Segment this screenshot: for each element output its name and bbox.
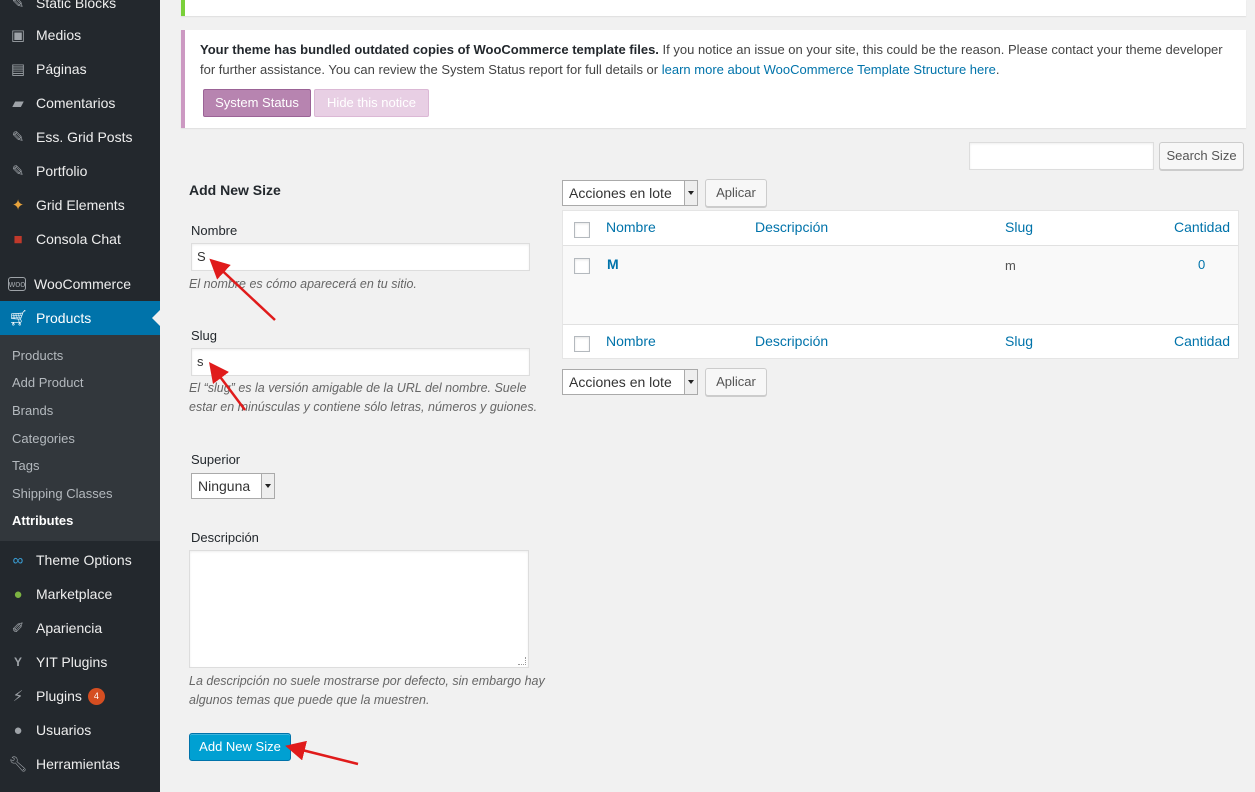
outdated-templates-notice: Your theme has bundled outdated copies o… <box>181 30 1246 128</box>
slug-label: Slug <box>191 328 218 343</box>
menu-yit-plugins[interactable]: Y YIT Plugins <box>0 645 160 679</box>
hide-notice-button[interactable]: Hide this notice <box>314 89 429 117</box>
column-descripcion-footer[interactable]: Descripción <box>755 333 828 349</box>
row-checkbox[interactable] <box>574 258 590 274</box>
row-name-link[interactable]: M <box>607 256 619 272</box>
submenu-attributes[interactable]: Attributes <box>12 513 73 528</box>
menu-theme-options[interactable]: ∞ Theme Options <box>0 543 160 577</box>
notice-message: Your theme has bundled outdated copies o… <box>200 42 1223 77</box>
description-help: La descripción no suele mostrarse por de… <box>189 674 545 707</box>
resize-handle-icon[interactable] <box>518 657 526 665</box>
infinity-icon: ∞ <box>12 551 24 569</box>
marketplace-icon: ● <box>13 585 23 603</box>
column-cantidad-footer[interactable]: Cantidad <box>1174 333 1230 349</box>
admin-sidebar: ✎ Static Blocks ▣ Medios ▤ Páginas ▰ Comenta… <box>0 0 160 792</box>
chevron-down-icon <box>261 474 274 498</box>
media-icon: ▣ <box>10 27 26 44</box>
bulk-actions-select-top[interactable]: Acciones en lote <box>562 180 698 206</box>
menu-plugins[interactable]: ⚡ Plugins 4 <box>0 679 160 713</box>
menu-portfolio[interactable]: ✎ Portfolio <box>0 154 160 188</box>
chevron-down-icon <box>684 181 697 205</box>
row-count-link[interactable]: 0 <box>1198 257 1205 272</box>
apply-button-top[interactable]: Aplicar <box>705 179 767 207</box>
table-row: M m 0 <box>563 246 1238 324</box>
parent-label: Superior <box>191 452 241 467</box>
yit-icon: Y <box>13 655 22 669</box>
menu-paginas[interactable]: ▤ Páginas <box>0 52 160 86</box>
slug-input[interactable]: s <box>191 348 530 376</box>
brush-icon: ✐ <box>11 620 25 637</box>
products-submenu: Products Add Product Brands Categories T… <box>0 335 160 541</box>
slug-help: El “slug” es la versión amigable de la U… <box>189 381 538 414</box>
arrow-to-add-button <box>285 740 359 766</box>
menu-grid-elements[interactable]: ✦ Grid Elements <box>0 188 160 222</box>
pin-icon: ✎ <box>11 0 25 12</box>
menu-comentarios[interactable]: ▰ Comentarios <box>0 86 160 120</box>
submenu-add-product[interactable]: Add Product <box>12 375 84 390</box>
template-structure-link[interactable]: learn more about WooCommerce Template St… <box>662 62 996 77</box>
menu-products[interactable]: 🛒︎ Products <box>0 301 160 335</box>
menu-consola-chat[interactable]: ■ Consola Chat <box>0 222 160 256</box>
column-descripcion[interactable]: Descripción <box>755 219 828 235</box>
column-cantidad[interactable]: Cantidad <box>1174 219 1230 235</box>
menu-herramientas[interactable]: 🔧︎ Herramientas <box>0 747 160 781</box>
woo-icon: woo <box>8 277 26 291</box>
column-slug-footer[interactable]: Slug <box>1005 333 1033 349</box>
name-help: El nombre es cómo aparecerá en tu sitio. <box>189 277 417 291</box>
select-all-checkbox[interactable] <box>574 222 590 238</box>
menu-ess-grid-posts[interactable]: ✎ Ess. Grid Posts <box>0 120 160 154</box>
chevron-down-icon <box>684 370 697 394</box>
search-size-input[interactable] <box>969 142 1154 170</box>
column-nombre-footer[interactable]: Nombre <box>606 333 656 349</box>
name-label: Nombre <box>191 223 238 238</box>
user-icon: ● <box>13 721 23 739</box>
comment-icon: ▰ <box>12 95 24 112</box>
select-all-checkbox-footer[interactable] <box>574 336 590 352</box>
chat-console-icon: ■ <box>13 230 23 248</box>
submenu-brands[interactable]: Brands <box>12 403 53 418</box>
pin-icon: ✎ <box>11 163 25 180</box>
menu-marketplace[interactable]: ● Marketplace <box>0 577 160 611</box>
row-slug: m <box>1005 258 1016 273</box>
description-textarea[interactable] <box>189 550 529 668</box>
table-footer: Nombre Descripción Slug Cantidad <box>563 324 1238 359</box>
parent-select[interactable]: Ninguna <box>191 473 275 499</box>
add-new-size-button[interactable]: Add New Size <box>189 733 291 761</box>
sizes-table: Nombre Descripción Slug Cantidad M m 0 N… <box>562 210 1239 359</box>
search-size-button[interactable]: Search Size <box>1159 142 1244 170</box>
success-notice-edge <box>181 0 1246 16</box>
system-status-button[interactable]: System Status <box>203 89 311 117</box>
bulk-actions-select-bottom[interactable]: Acciones en lote <box>562 369 698 395</box>
submenu-shipping-classes[interactable]: Shipping Classes <box>12 486 112 501</box>
column-nombre[interactable]: Nombre <box>606 219 656 235</box>
name-input[interactable]: S <box>191 243 530 271</box>
menu-woocommerce[interactable]: woo WooCommerce <box>0 267 160 301</box>
menu-apariencia[interactable]: ✐ Apariencia <box>0 611 160 645</box>
update-count-badge: 4 <box>87 687 105 705</box>
table-header: Nombre Descripción Slug Cantidad <box>563 211 1238 246</box>
grid-elements-icon: ✦ <box>11 197 25 214</box>
submenu-tags[interactable]: Tags <box>12 458 39 473</box>
description-label: Descripción <box>191 530 259 545</box>
column-slug[interactable]: Slug <box>1005 219 1033 235</box>
page-icon: ▤ <box>10 61 26 78</box>
wrench-icon: 🔧︎ <box>8 756 28 773</box>
menu-medios[interactable]: ▣ Medios <box>0 18 160 52</box>
cart-icon: 🛒︎ <box>8 310 28 327</box>
menu-static-blocks[interactable]: ✎ Static Blocks <box>0 0 160 20</box>
apply-button-bottom[interactable]: Aplicar <box>705 368 767 396</box>
pin-icon: ✎ <box>11 129 25 146</box>
menu-usuarios[interactable]: ● Usuarios <box>0 713 160 747</box>
plugin-icon: ⚡ <box>12 688 24 705</box>
add-new-size-heading: Add New Size <box>189 182 281 198</box>
submenu-products[interactable]: Products <box>12 348 63 363</box>
submenu-categories[interactable]: Categories <box>12 431 75 446</box>
